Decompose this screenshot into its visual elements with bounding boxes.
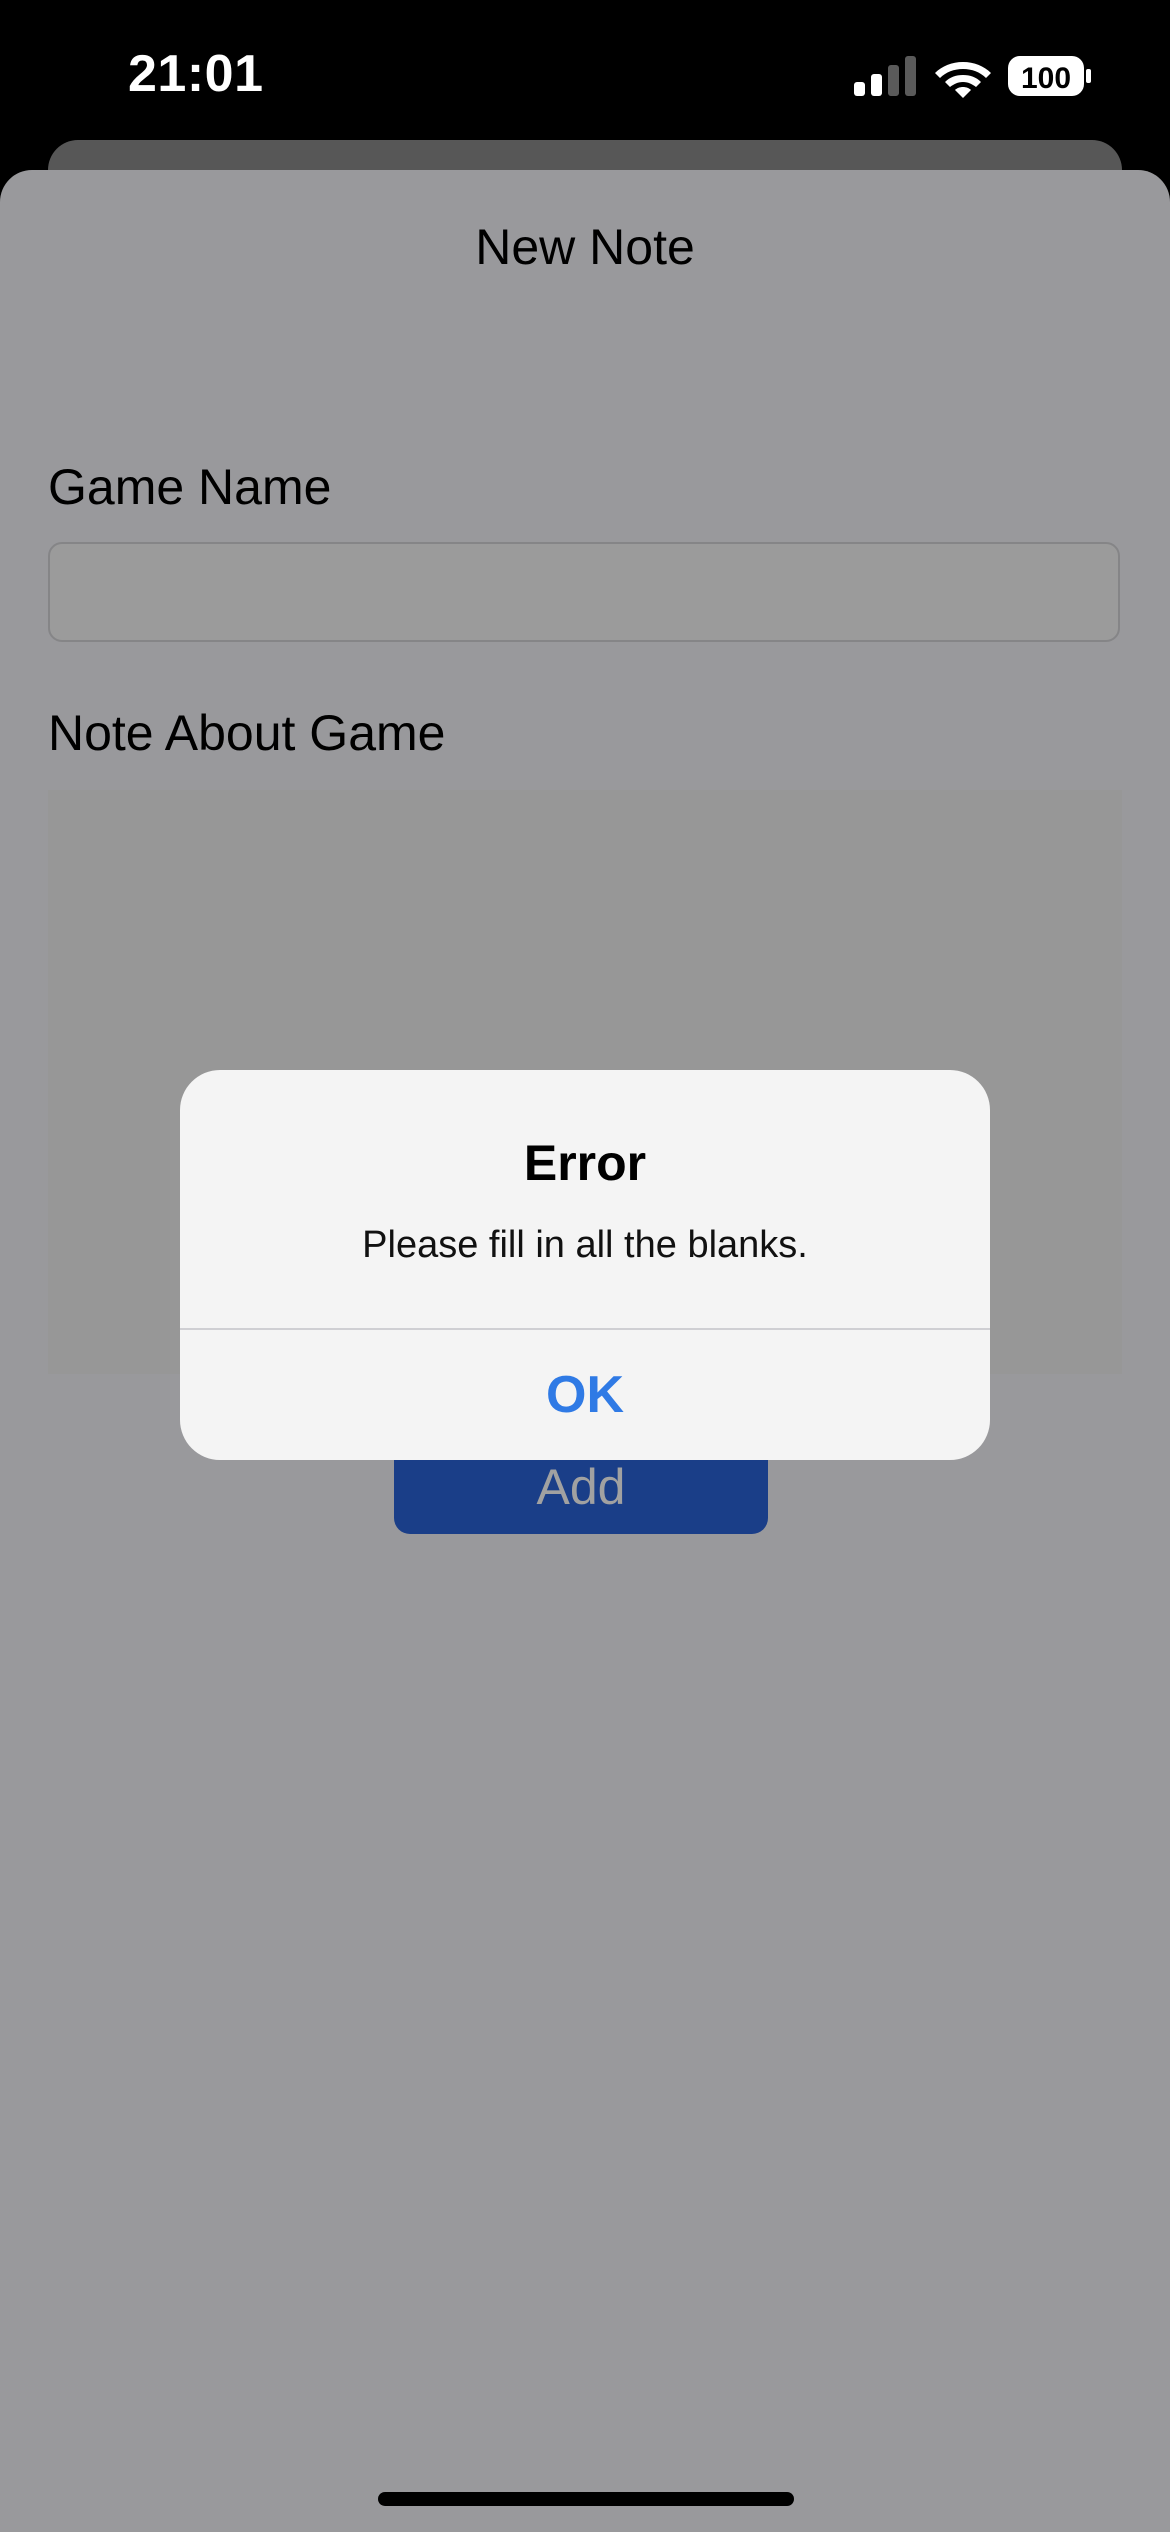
signal-icon <box>854 56 916 96</box>
wifi-icon <box>935 62 991 98</box>
alert-title: Error <box>523 1135 647 1191</box>
alert-message: Please fill in all the blanks. <box>362 1224 808 1266</box>
status-time: 21:01 <box>128 45 264 103</box>
error-alert: Error Please fill in all the blanks. OK <box>180 1070 990 1460</box>
status-bar: 21:01 100 <box>0 0 1170 150</box>
home-indicator[interactable] <box>378 2492 794 2506</box>
battery-level: 100 <box>1021 62 1071 95</box>
screen: 21:01 100 New Note Game Name Note About … <box>0 0 1170 2532</box>
battery-icon: 100 <box>1008 56 1091 96</box>
ok-button[interactable]: OK <box>180 1330 990 1460</box>
